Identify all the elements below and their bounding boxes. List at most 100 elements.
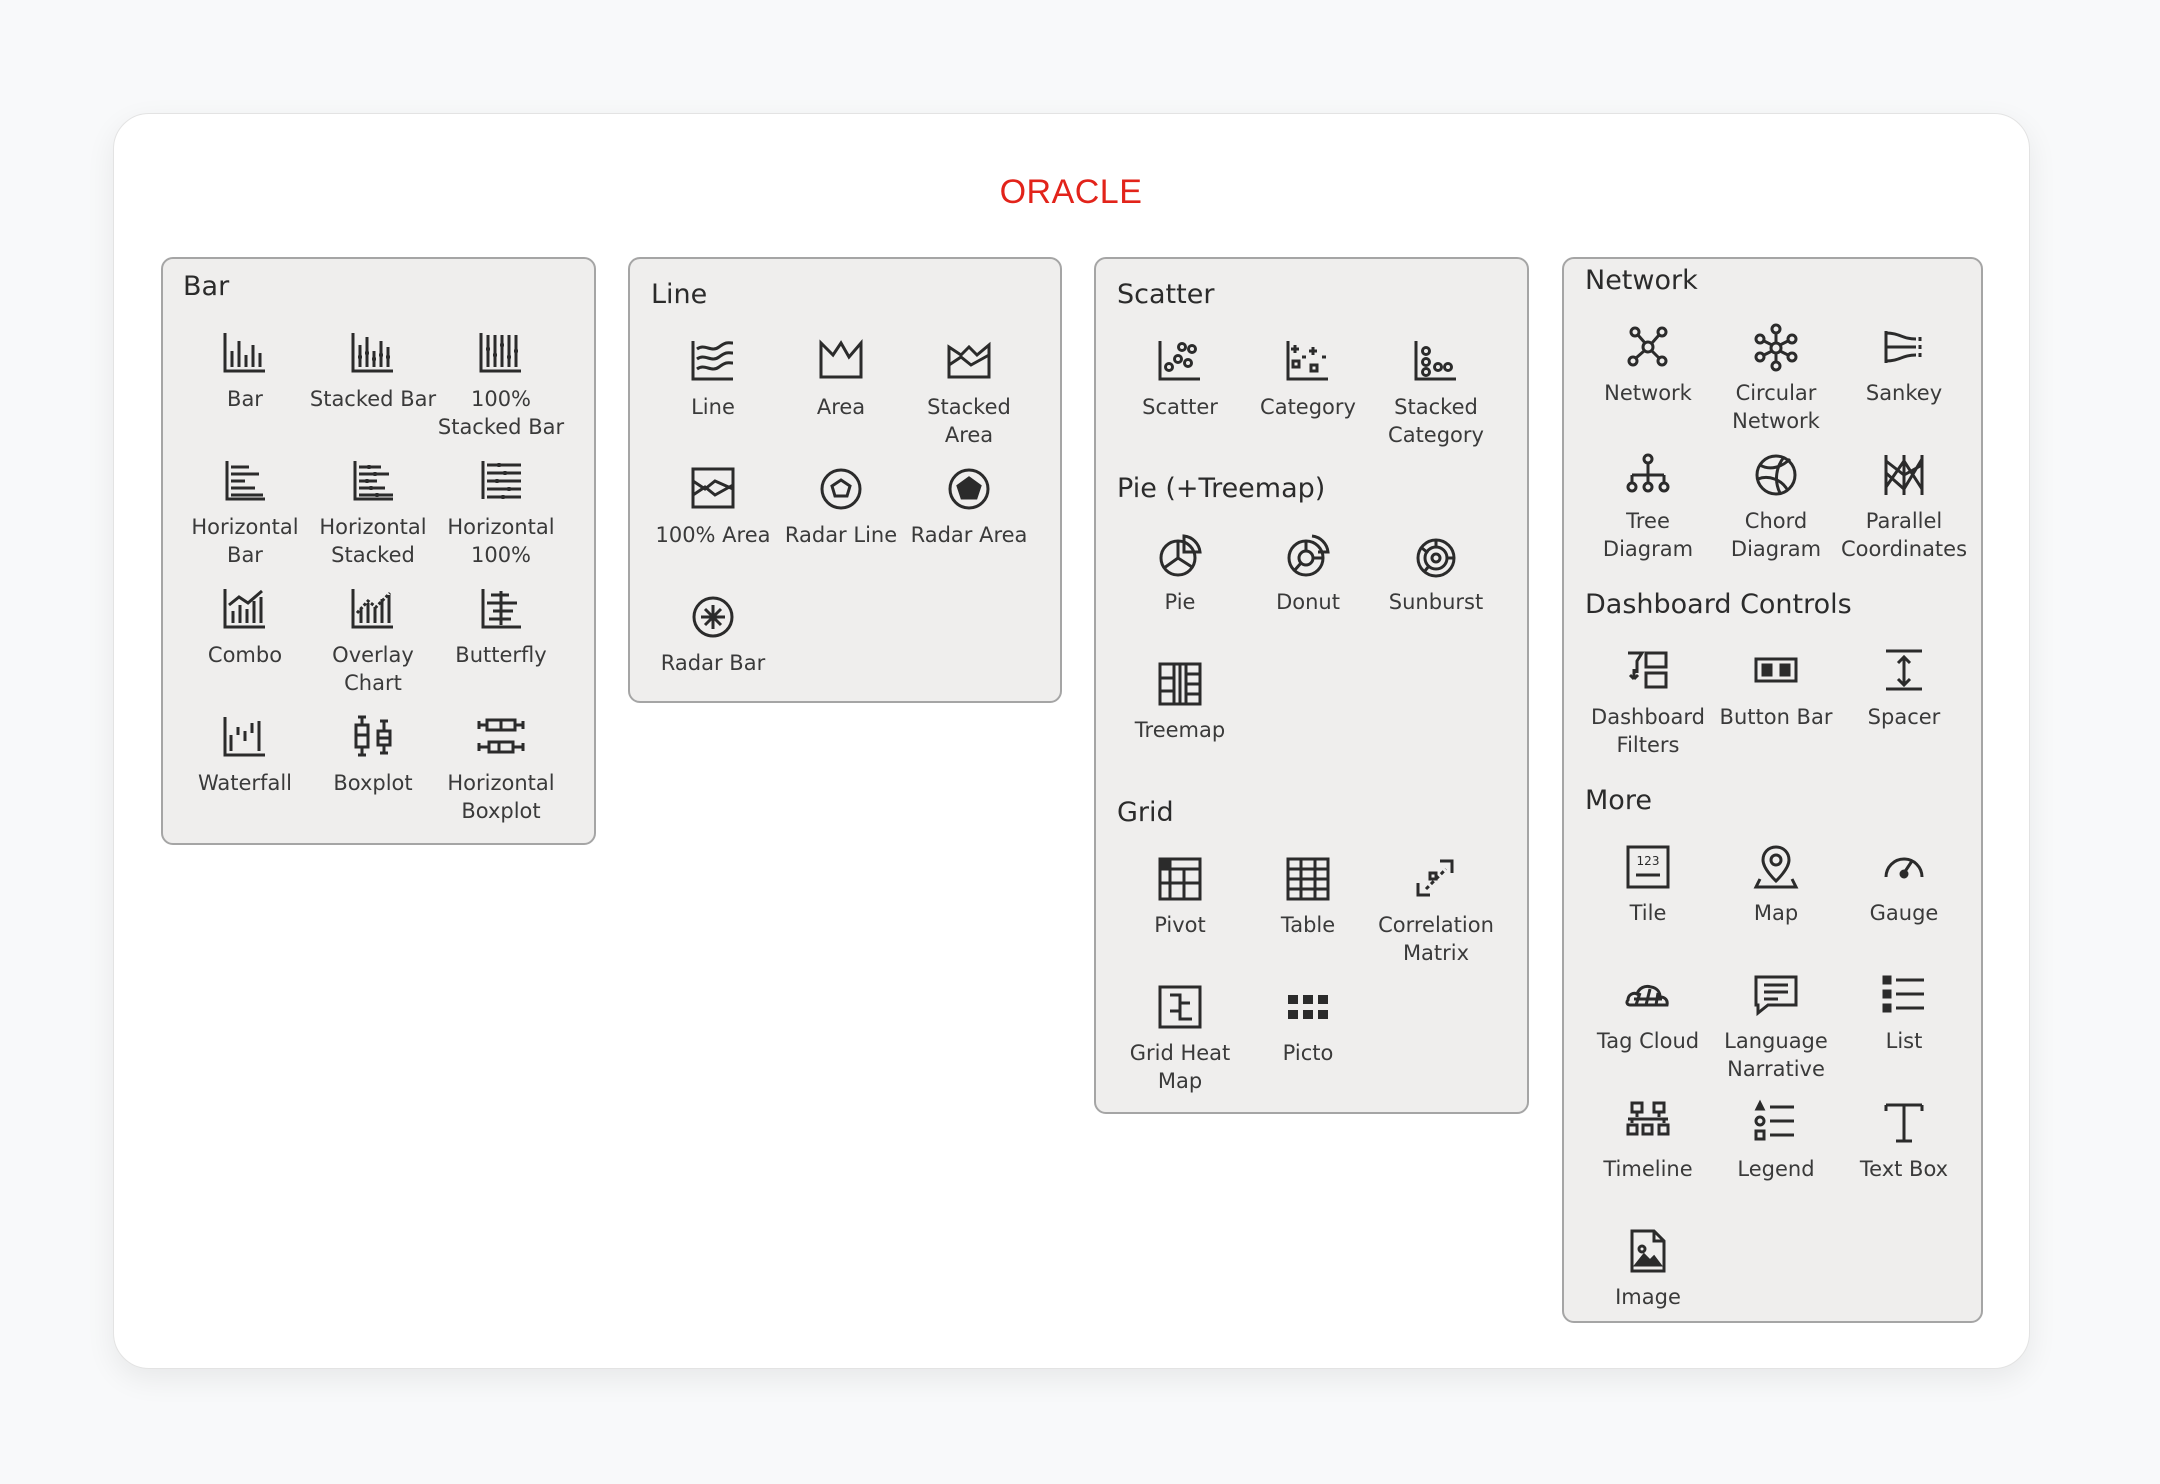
chart-type-horizontal-bar[interactable]: Horizontal Bar (181, 455, 309, 569)
chart-type-sankey[interactable]: Sankey (1840, 321, 1968, 407)
more-list[interactable]: List (1840, 969, 1968, 1055)
chart-type-radar-bar[interactable]: Radar Bar (649, 591, 777, 677)
network-section-title: Network (1585, 265, 1698, 296)
grid-section-title: Grid (1117, 797, 1174, 828)
control-button-bar[interactable]: Button Bar (1712, 645, 1840, 731)
chart-type-area[interactable]: Area (777, 335, 905, 421)
item-label: Horizontal Boxplot (447, 771, 555, 823)
more-text-box[interactable]: Text Box (1840, 1097, 1968, 1183)
item-label: Language Narrative (1724, 1029, 1828, 1081)
horizontal-stacked-icon (347, 455, 399, 507)
chart-type-parallel-coordinates[interactable]: Parallel Coordinates (1840, 449, 1968, 563)
dashboard-controls-section-title: Dashboard Controls (1585, 589, 1852, 620)
spacer-icon (1878, 645, 1930, 697)
chart-type-horizontal-boxplot[interactable]: Horizontal Boxplot (437, 711, 565, 825)
chart-type-stacked-category[interactable]: Stacked Category (1372, 335, 1500, 449)
line-section-title: Line (651, 279, 708, 310)
scatter-icon (1154, 335, 1206, 387)
chart-type-combo[interactable]: Combo (181, 583, 309, 669)
item-label: Grid Heat Map (1129, 1041, 1231, 1093)
scatter-section-title: Scatter (1117, 279, 1215, 310)
chart-type-boxplot[interactable]: Boxplot (309, 711, 437, 797)
item-label: Donut (1276, 590, 1340, 614)
chart-type-100-area[interactable]: 100% Area (649, 463, 777, 549)
more-section-title: More (1585, 785, 1652, 816)
chart-type-radar-area[interactable]: Radar Area (905, 463, 1033, 549)
table-icon (1282, 853, 1334, 905)
item-label: Bar (227, 387, 263, 411)
chart-type-sunburst[interactable]: Sunburst (1372, 530, 1500, 616)
button-bar-icon (1750, 645, 1802, 697)
item-label: Butterfly (455, 643, 547, 667)
pie-chart-icon (1154, 530, 1206, 582)
more-language-narrative[interactable]: Language Narrative (1712, 969, 1840, 1083)
chart-type-horizontal-stacked[interactable]: Horizontal Stacked (309, 455, 437, 569)
item-label: Tree Diagram (1602, 509, 1694, 561)
chart-type-tree-diagram[interactable]: Tree Diagram (1584, 449, 1712, 563)
control-dashboard-filters[interactable]: Dashboard Filters (1584, 645, 1712, 759)
item-label: Legend (1737, 1157, 1815, 1181)
tile-icon: 123 (1622, 841, 1674, 893)
language-narrative-icon (1750, 969, 1802, 1021)
chart-type-scatter[interactable]: Scatter (1116, 335, 1244, 421)
item-label: Button Bar (1719, 705, 1833, 729)
chart-type-stacked-area[interactable]: Stacked Area (905, 335, 1033, 449)
bar-section-title: Bar (183, 271, 230, 302)
chart-type-overlay-chart[interactable]: Overlay Chart (309, 583, 437, 697)
more-gauge[interactable]: Gauge (1840, 841, 1968, 927)
chart-type-waterfall[interactable]: Waterfall (181, 711, 309, 797)
item-label: List (1885, 1029, 1923, 1053)
item-label: Stacked Area (927, 395, 1011, 447)
waterfall-chart-icon (219, 711, 271, 763)
chart-type-stacked-bar[interactable]: Stacked Bar (309, 327, 437, 413)
svg-text:ORACLE: ORACLE (1000, 173, 1143, 211)
item-label: Waterfall (197, 771, 292, 795)
chart-type-category[interactable]: Category (1244, 335, 1372, 421)
line-chart-icon (687, 335, 739, 387)
chart-type-pivot[interactable]: Pivot (1116, 853, 1244, 939)
chart-type-chord-diagram[interactable]: Chord Diagram (1712, 449, 1840, 563)
more-tag-cloud[interactable]: Tag Cloud (1584, 969, 1712, 1055)
chart-type-table[interactable]: Table (1244, 853, 1372, 939)
horizontal-100-icon (475, 455, 527, 507)
chart-type-treemap[interactable]: Treemap (1116, 658, 1244, 744)
chart-type-radar-line[interactable]: Radar Line (777, 463, 905, 549)
parallel-coordinates-icon (1878, 449, 1930, 501)
chart-type-grid-heat-map[interactable]: Grid Heat Map (1116, 981, 1244, 1095)
donut-chart-icon (1282, 530, 1334, 582)
more-image[interactable]: Image (1584, 1225, 1712, 1311)
chart-type-network[interactable]: Network (1584, 321, 1712, 407)
item-label: Map (1753, 901, 1799, 925)
item-label: Boxplot (333, 771, 413, 795)
item-label: Network (1604, 381, 1692, 405)
stacked-category-icon (1410, 335, 1462, 387)
overlay-chart-icon (347, 583, 399, 635)
chart-type-horizontal-100[interactable]: Horizontal 100% (437, 455, 565, 569)
chart-type-line[interactable]: Line (649, 335, 777, 421)
item-label: Horizontal Stacked (319, 515, 427, 567)
more-tile[interactable]: 123 Tile (1584, 841, 1712, 927)
item-label: Table (1280, 913, 1336, 937)
item-label: Treemap (1134, 718, 1226, 742)
gauge-icon (1878, 841, 1930, 893)
more-timeline[interactable]: Timeline (1584, 1097, 1712, 1183)
chart-type-picto[interactable]: Picto (1244, 981, 1372, 1067)
chart-type-100-stacked-bar[interactable]: 100% Stacked Bar (437, 327, 565, 441)
map-pin-icon (1750, 841, 1802, 893)
chart-type-donut[interactable]: Donut (1244, 530, 1372, 616)
item-label: Text Box (1859, 1157, 1949, 1181)
oracle-logo: ORACLE (1000, 173, 1143, 211)
chart-type-bar[interactable]: Bar (181, 327, 309, 413)
chart-type-butterfly[interactable]: Butterfly (437, 583, 565, 669)
item-label: Area (816, 395, 866, 419)
chart-type-circular-network[interactable]: Circular Network (1712, 321, 1840, 435)
chart-type-correlation-matrix[interactable]: Correlation Matrix (1372, 853, 1500, 967)
more-legend[interactable]: Legend (1712, 1097, 1840, 1183)
item-label: Gauge (1869, 901, 1939, 925)
chart-type-pie[interactable]: Pie (1116, 530, 1244, 616)
more-map[interactable]: Map (1712, 841, 1840, 927)
control-spacer[interactable]: Spacer (1840, 645, 1968, 731)
item-label: Pie (1164, 590, 1196, 614)
item-label: Radar Area (910, 523, 1028, 547)
grid-heat-map-icon (1154, 981, 1206, 1033)
